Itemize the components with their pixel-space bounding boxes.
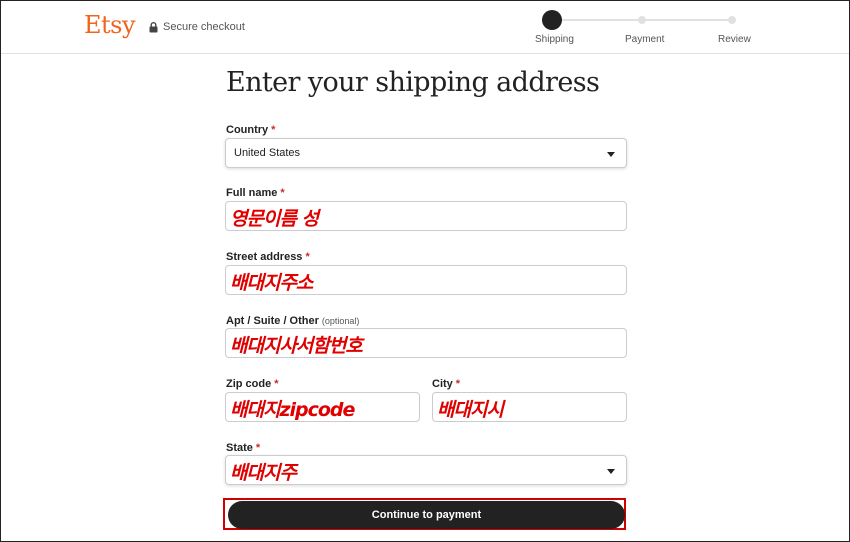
zip-field[interactable]: 배대지zipcode: [225, 392, 420, 422]
country-label: Country *: [226, 124, 275, 136]
secure-checkout: Secure checkout: [149, 21, 245, 33]
apt-label: Apt / Suite / Other (optional): [226, 315, 359, 327]
step-dot-shipping: [542, 10, 562, 30]
country-value: United States: [234, 147, 301, 159]
required-mark: *: [455, 378, 461, 390]
full-name-field[interactable]: 영문이름 성: [225, 201, 627, 231]
apt-field[interactable]: 배대지사서함번호: [225, 328, 627, 358]
street-address-label-text: Street address: [226, 251, 303, 263]
required-mark: *: [274, 378, 279, 390]
step-dot-review: [728, 16, 736, 24]
chevron-down-icon: [607, 152, 615, 157]
state-label-text: State: [226, 442, 253, 454]
city-label: City *: [432, 378, 460, 390]
checkout-page: Etsy Secure checkout Shipping Payment Re…: [0, 0, 850, 542]
step-label-shipping: Shipping: [535, 34, 574, 45]
continue-to-payment-button[interactable]: Continue to payment: [228, 501, 625, 529]
full-name-annotation: 영문이름 성: [230, 208, 319, 230]
step-label-payment: Payment: [625, 34, 665, 45]
country-select[interactable]: United States: [225, 138, 627, 168]
street-address-label: Street address *: [226, 251, 310, 263]
apt-label-text: Apt / Suite / Other: [226, 315, 319, 327]
full-name-label-text: Full name: [226, 187, 278, 199]
full-name-label: Full name *: [226, 187, 285, 199]
required-mark: *: [271, 124, 276, 136]
lock-icon: [149, 21, 158, 32]
step-dot-payment: [638, 16, 646, 24]
state-select[interactable]: 배대지주: [225, 455, 627, 485]
page-title: Enter your shipping address: [226, 67, 600, 98]
required-mark: *: [280, 187, 285, 199]
city-label-text: City: [432, 378, 453, 390]
city-annotation: 배대지시: [437, 399, 504, 421]
chevron-down-icon: [607, 469, 615, 474]
checkout-progress: Shipping Payment Review: [516, 9, 766, 49]
street-address-annotation: 배대지주소: [230, 272, 313, 294]
optional-tag: (optional): [321, 316, 360, 326]
state-label: State *: [226, 442, 260, 454]
header: Etsy Secure checkout Shipping Payment Re…: [1, 1, 849, 54]
step-label-review: Review: [718, 34, 751, 45]
apt-annotation: 배대지사서함번호: [230, 335, 363, 357]
zip-label-text: Zip code: [226, 378, 272, 390]
state-annotation: 배대지주: [230, 462, 297, 484]
country-label-text: Country: [226, 124, 269, 136]
etsy-logo[interactable]: Etsy: [84, 11, 136, 39]
zip-label: Zip code *: [226, 378, 279, 390]
zip-annotation: 배대지zipcode: [230, 399, 355, 421]
city-field[interactable]: 배대지시: [432, 392, 627, 422]
required-mark: *: [305, 251, 310, 263]
required-mark: *: [255, 442, 261, 454]
street-address-field[interactable]: 배대지주소: [225, 265, 627, 295]
secure-checkout-label: Secure checkout: [163, 21, 245, 33]
continue-button-label: Continue to payment: [371, 509, 482, 521]
